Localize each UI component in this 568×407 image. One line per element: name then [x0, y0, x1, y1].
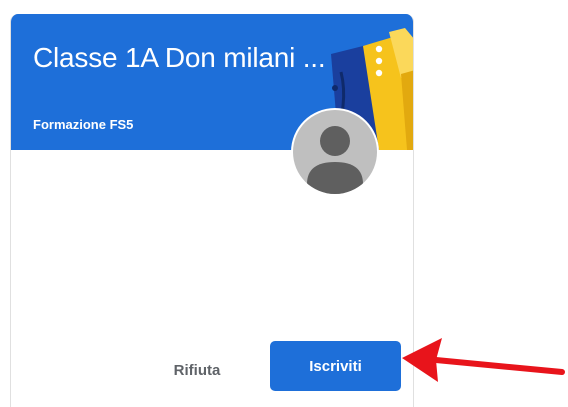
avatar: [291, 108, 379, 196]
reject-button[interactable]: Rifiuta: [157, 352, 237, 388]
arrow-left-icon: [402, 338, 565, 382]
more-vert-icon[interactable]: [372, 44, 386, 78]
screen: Classe 1A Don milani ... Formazione FS5 …: [0, 0, 568, 407]
class-subtitle: Formazione FS5: [33, 117, 134, 132]
class-title[interactable]: Classe 1A Don milani ...: [33, 42, 343, 74]
join-button[interactable]: Iscriviti: [270, 341, 401, 391]
class-invite-card: Classe 1A Don milani ... Formazione FS5 …: [10, 14, 414, 407]
person-placeholder-icon: [307, 126, 363, 194]
